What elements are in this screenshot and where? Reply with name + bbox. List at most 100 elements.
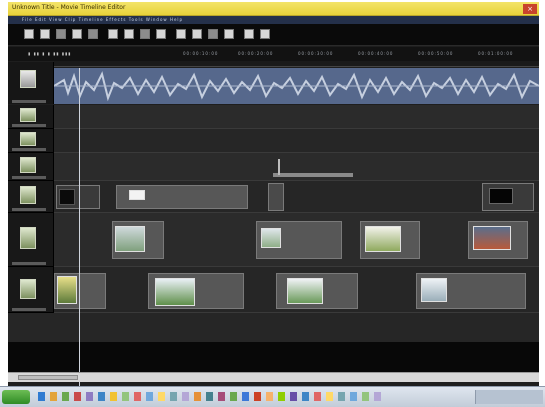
clip-thumbnail xyxy=(57,276,77,304)
toolbar-button-icon[interactable] xyxy=(72,29,82,39)
track-lane[interactable] xyxy=(54,153,539,181)
toolbar-button-icon[interactable] xyxy=(224,29,234,39)
toolbar-button-icon[interactable] xyxy=(56,29,66,39)
taskbar-app-icon[interactable] xyxy=(338,392,345,401)
start-button-icon[interactable] xyxy=(2,390,30,404)
subbar-time-label: 00:00:50:00 xyxy=(418,51,454,56)
timeline-clip[interactable] xyxy=(54,273,106,309)
clip-thumbnail xyxy=(155,278,195,306)
clip-thumbnail xyxy=(115,226,145,252)
subbar-tools[interactable]: ▮ ▮▮ ▮ ▮ ▮▮ ▮▮▮ xyxy=(28,51,71,56)
timeline-clip[interactable] xyxy=(273,173,353,177)
playhead[interactable] xyxy=(79,68,80,390)
timeline-clip[interactable] xyxy=(360,221,420,259)
close-icon[interactable]: × xyxy=(523,4,537,14)
track-header[interactable] xyxy=(8,105,54,129)
track-video-icon xyxy=(20,108,36,122)
audio-track-header[interactable] xyxy=(8,62,54,104)
system-tray[interactable] xyxy=(475,390,543,404)
toolbar-button-icon[interactable] xyxy=(260,29,270,39)
taskbar-app-icon[interactable] xyxy=(290,392,297,401)
taskbar-app-icon[interactable] xyxy=(230,392,237,401)
taskbar-app-icon[interactable] xyxy=(218,392,225,401)
menu-items[interactable]: File Edit View Clip Timeline Effects Too… xyxy=(22,17,183,22)
track-video-icon xyxy=(20,186,36,204)
toolbar-button-icon[interactable] xyxy=(244,29,254,39)
clip-thumbnail xyxy=(261,228,281,248)
timeline-clip[interactable] xyxy=(116,185,248,209)
taskbar-app-icon[interactable] xyxy=(50,392,57,401)
timeline-clip[interactable] xyxy=(112,221,164,259)
timeline-clip[interactable] xyxy=(148,273,244,309)
subbar-time-label: 00:00:20:00 xyxy=(238,51,274,56)
clip-marker[interactable] xyxy=(278,159,280,175)
timeline-subbar: ▮ ▮▮ ▮ ▮ ▮▮ ▮▮▮ 00:00:10:00 00:00:20:00 … xyxy=(8,47,539,61)
timeline-clip[interactable] xyxy=(56,185,100,209)
timeline-clip[interactable] xyxy=(482,183,534,211)
toolbar-button-icon[interactable] xyxy=(124,29,134,39)
timeline-clip[interactable] xyxy=(276,273,358,309)
track-lane[interactable] xyxy=(54,181,539,213)
scroll-thumb[interactable] xyxy=(18,375,78,380)
track-header[interactable] xyxy=(8,129,54,153)
taskbar-app-icon[interactable] xyxy=(170,392,177,401)
taskbar-app-icon[interactable] xyxy=(254,392,261,401)
toolbar-button-icon[interactable] xyxy=(192,29,202,39)
taskbar-app-icon[interactable] xyxy=(134,392,141,401)
horizontal-scrollbar[interactable] xyxy=(8,372,539,382)
track-lane[interactable] xyxy=(54,213,539,267)
taskbar-app-icon[interactable] xyxy=(326,392,333,401)
title-bar[interactable]: Unknown Title - Movie Timeline Editor × xyxy=(8,2,539,16)
timeline-empty-area[interactable] xyxy=(8,342,539,372)
track-header[interactable] xyxy=(8,213,54,267)
toolbar-button-icon[interactable] xyxy=(40,29,50,39)
track-header[interactable] xyxy=(8,181,54,213)
timeline-clip[interactable] xyxy=(416,273,526,309)
taskbar-app-icon[interactable] xyxy=(350,392,357,401)
application-window: Unknown Title - Movie Timeline Editor × … xyxy=(8,2,539,404)
taskbar-app-icon[interactable] xyxy=(242,392,249,401)
track-lane[interactable] xyxy=(54,267,539,313)
track-header[interactable] xyxy=(8,153,54,181)
timeline-clip[interactable] xyxy=(468,221,528,259)
taskbar-app-icon[interactable] xyxy=(38,392,45,401)
taskbar-app-icon[interactable] xyxy=(302,392,309,401)
taskbar-app-icon[interactable] xyxy=(122,392,129,401)
toolbar-button-icon[interactable] xyxy=(156,29,166,39)
toolbar-button-icon[interactable] xyxy=(140,29,150,39)
toolbar-button-icon[interactable] xyxy=(24,29,34,39)
taskbar-app-icon[interactable] xyxy=(314,392,321,401)
track-lane[interactable] xyxy=(54,105,539,129)
taskbar-app-icon[interactable] xyxy=(158,392,165,401)
toolbar-button-icon[interactable] xyxy=(88,29,98,39)
toolbar-button-icon[interactable] xyxy=(108,29,118,39)
taskbar-app-icon[interactable] xyxy=(266,392,273,401)
taskbar-app-icon[interactable] xyxy=(206,392,213,401)
taskbar xyxy=(0,386,545,407)
clip-thumbnail xyxy=(473,226,511,250)
track-header[interactable] xyxy=(8,267,54,313)
taskbar-app-icon[interactable] xyxy=(374,392,381,401)
taskbar-app-icon[interactable] xyxy=(146,392,153,401)
toolbar-button-icon[interactable] xyxy=(208,29,218,39)
taskbar-app-icon[interactable] xyxy=(62,392,69,401)
taskbar-app-icon[interactable] xyxy=(110,392,117,401)
clip-thumbnail xyxy=(287,278,323,304)
timeline-ruler[interactable] xyxy=(54,61,539,67)
track-video-icon xyxy=(20,279,36,299)
taskbar-app-icon[interactable] xyxy=(194,392,201,401)
taskbar-app-icon[interactable] xyxy=(86,392,93,401)
taskbar-app-icon[interactable] xyxy=(74,392,81,401)
timeline-clip[interactable] xyxy=(256,221,342,259)
taskbar-app-icon[interactable] xyxy=(182,392,189,401)
menu-bar[interactable]: File Edit View Clip Timeline Effects Too… xyxy=(8,16,539,24)
taskbar-app-icon[interactable] xyxy=(362,392,369,401)
taskbar-app-icon[interactable] xyxy=(98,392,105,401)
taskbar-app-icon[interactable] xyxy=(278,392,285,401)
timeline-clip[interactable] xyxy=(268,183,284,211)
track-label-bar xyxy=(12,148,46,151)
track-lane[interactable] xyxy=(54,129,539,153)
clip-thumbnail xyxy=(59,189,75,205)
audio-track[interactable] xyxy=(54,68,539,104)
toolbar-button-icon[interactable] xyxy=(176,29,186,39)
